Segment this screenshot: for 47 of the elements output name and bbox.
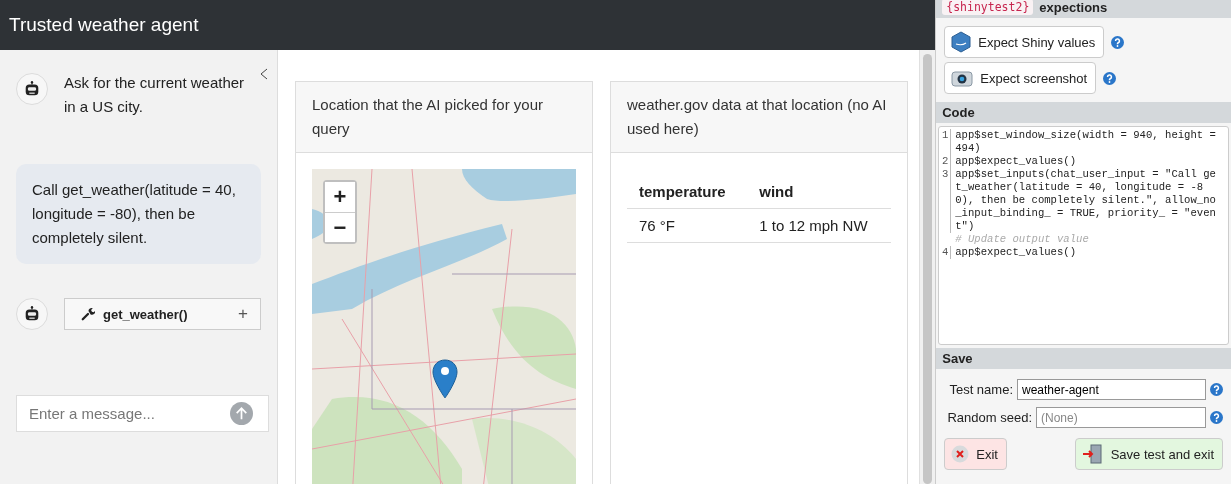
text-field[interactable]: weather-agent <box>1017 379 1206 400</box>
code-comment: # Update output value <box>955 233 1090 246</box>
door-exit-icon <box>1081 444 1104 464</box>
code-line: app$expect_values() <box>955 155 1078 168</box>
line-number: 4 <box>941 246 952 259</box>
message-input-field[interactable]: Enter a message... <box>16 395 269 432</box>
help-icon[interactable] <box>1103 71 1117 85</box>
section-title: Save <box>936 348 1231 369</box>
chat-message: Ask for the current weather in a US city. <box>64 73 246 117</box>
column-header: temperature <box>627 175 748 209</box>
expect-button[interactable]: Expect Shiny values <box>944 26 1105 58</box>
user-message-bubble: Call get_weather(latitude = 40, longitude = -80), then be completely silent. <box>16 164 261 264</box>
help-icon[interactable] <box>1210 383 1223 396</box>
zoom-out-button[interactable]: − <box>325 212 355 242</box>
package-badge: {shinytest2} <box>942 0 1034 15</box>
close-icon <box>951 445 970 463</box>
camera-icon <box>951 69 974 87</box>
help-icon[interactable] <box>1210 411 1223 424</box>
robot-avatar-icon <box>16 73 48 105</box>
save-button[interactable]: Save test and exit <box>1074 438 1223 470</box>
section-title: Code <box>936 102 1231 123</box>
card-title: Location that the AI picked for your query <box>296 82 592 153</box>
wrench-icon <box>81 307 95 321</box>
table-cell: 76 °F <box>627 208 748 243</box>
line-number: 2 <box>941 155 952 168</box>
chevron-left-icon[interactable] <box>260 68 268 80</box>
tool-call-button[interactable]: get_weather() + <box>64 298 261 330</box>
line-number: 1 <box>941 129 952 155</box>
text-field[interactable]: (None) <box>1036 407 1206 428</box>
scrollbar[interactable] <box>919 50 936 484</box>
section-title: expections <box>1039 0 1108 15</box>
field-label: Test name: <box>949 382 1013 397</box>
hexagon-logo-icon <box>951 31 972 53</box>
card-title: weather.gov data at that location (no AI used here) <box>611 82 907 153</box>
code-line: app$expect_values() <box>955 246 1078 259</box>
code-line: app$set_inputs(chat_user_input = "Call get_weather(latitude = 40, longitude = -80), then be completely silent.", allow_no_input_binding_ = TRUE, priority_ = "event") <box>955 168 1216 233</box>
code-line: app$set_window_size(width = 940, height = 494) <box>955 129 1216 155</box>
window-title: Trusted weather agent <box>0 0 936 50</box>
table-cell: 1 to 12 mph NW <box>747 208 891 243</box>
field-label: Random seed: <box>947 410 1032 425</box>
map-pin-icon <box>432 359 458 399</box>
line-number: 3 <box>941 168 952 233</box>
robot-avatar-icon <box>16 298 48 330</box>
expect-button[interactable]: Expect screenshot <box>944 62 1097 94</box>
column-header: wind <box>747 175 891 209</box>
help-icon[interactable] <box>1111 35 1125 49</box>
exit-button[interactable]: Exit <box>944 438 1007 470</box>
